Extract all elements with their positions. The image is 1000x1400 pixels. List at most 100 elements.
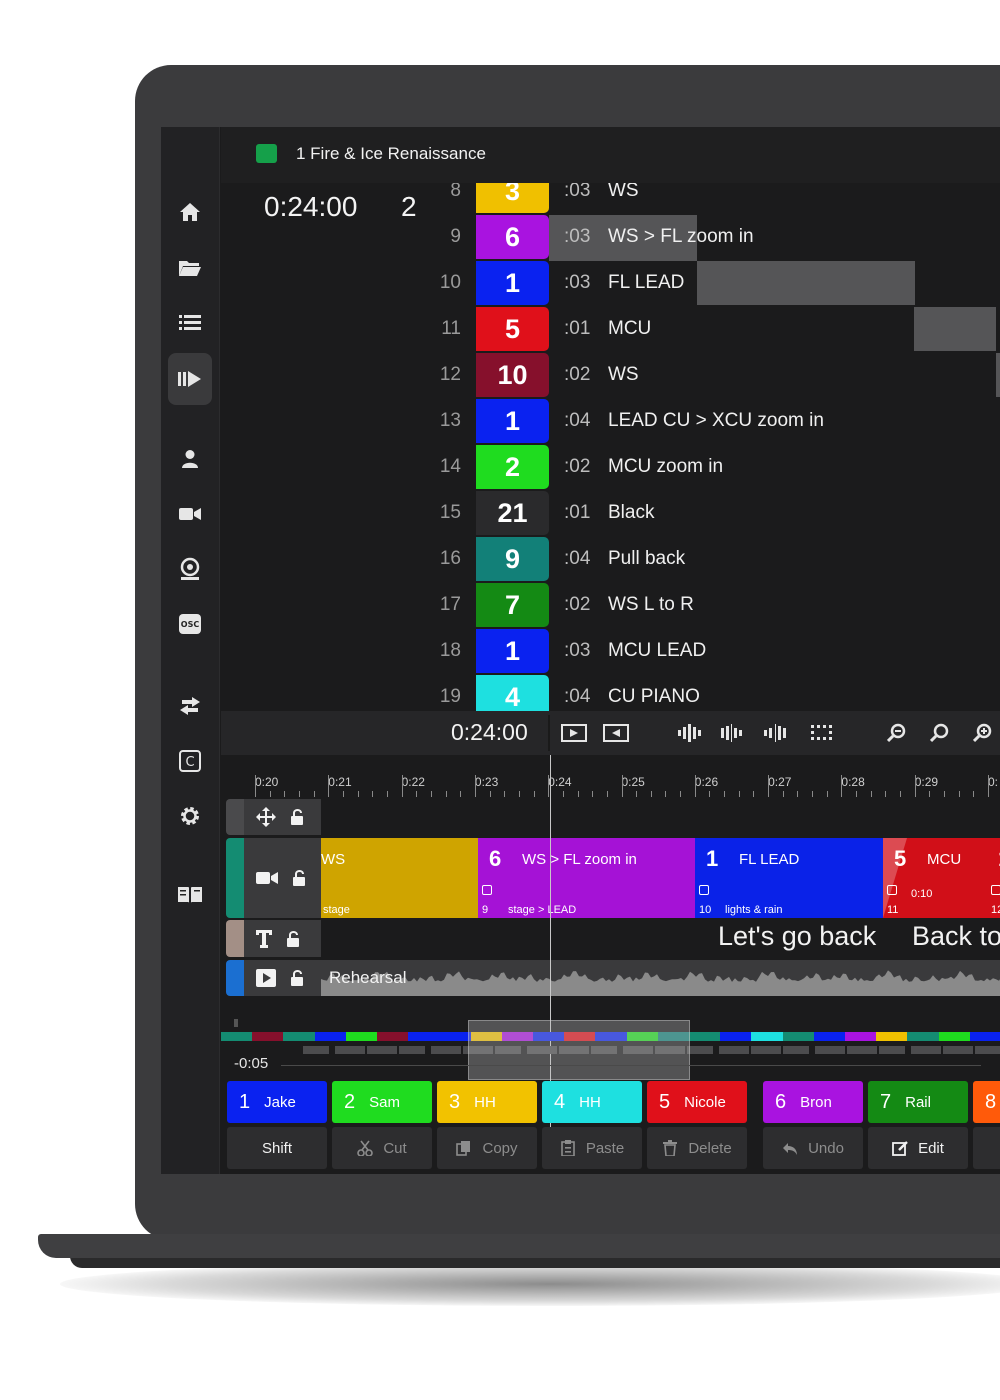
undo-button[interactable]: Undo [763,1127,863,1169]
ruler-tick [328,775,330,797]
camera-clip[interactable]: 6 WS > FL zoom in 9 stage > LEAD [478,838,695,918]
shot-row[interactable]: 19 4:04 CU PIANO [391,675,1000,711]
ruler-label: 0:25 [621,775,645,789]
preset-button[interactable]: 7 Rail [868,1081,968,1123]
camera-chip[interactable]: 6 [476,215,549,259]
camera-chip[interactable]: 5 [476,307,549,351]
move-track-body[interactable] [321,799,1000,835]
shot-description: LEAD CU > XCU zoom in [608,410,824,431]
unlock-icon[interactable] [290,969,306,987]
preset-button[interactable]: 6 Bron [763,1081,863,1123]
video-play-icon[interactable] [256,969,276,987]
shot-row[interactable]: 15 21:01 Black [391,491,1000,535]
waveform-b-button[interactable] [720,720,746,746]
text-icon[interactable] [256,929,272,948]
paste-icon [561,1140,575,1156]
unlock-icon[interactable] [292,869,308,887]
preset-button[interactable]: 1 Jake [227,1081,327,1123]
overview-gray-segment [367,1046,397,1054]
preset-button[interactable]: 2 Sam [332,1081,432,1123]
sidebar-camera[interactable] [169,493,211,535]
camera-clip[interactable]: WS stage [321,838,478,918]
shot-row[interactable]: 11 5:01 MCU [391,307,1000,351]
clip-subtitle: stage > LEAD [508,904,577,916]
copy-button[interactable]: Copy [437,1127,537,1169]
camera-clip[interactable]: 1 FL LEAD 10 lights & rain [695,838,883,918]
overview-viewport[interactable] [468,1020,690,1080]
shot-row[interactable]: 8 3:03 WS [391,183,1000,213]
shot-row[interactable]: 18 1:03 MCU LEAD [391,629,1000,673]
preset-button[interactable]: 5 Nicole [647,1081,747,1123]
clip-index: 10 [699,904,712,916]
shot-row[interactable]: 14 2:02 MCU zoom in [391,445,1000,489]
text-caption-1[interactable]: Let's go back [718,921,876,952]
sidebar-swap[interactable] [169,685,211,727]
camera-chip[interactable]: 1 [476,629,549,673]
ruler-tick [694,775,696,797]
sidebar-home[interactable] [169,191,211,233]
play-shots-icon [178,371,201,387]
media-track-body[interactable]: Rehearsal [321,960,1000,996]
timeline-ruler[interactable]: 0:20 0:21 0:22 0:23 0:24 0:25 0:26 0:27 0:28 0:29… [221,755,1000,797]
ruler-tick [929,791,931,797]
overview-gray-segment [719,1046,749,1054]
preset-number: 5 [659,1090,671,1113]
overview-gray-segment [847,1046,877,1054]
camera-chip[interactable]: 3 [476,183,549,213]
shot-row[interactable]: 13 1:04 LEAD CU > XCU zoom in [391,399,1000,443]
preset-button[interactable]: 4 HH [542,1081,642,1123]
waveform-a-button[interactable] [677,720,703,746]
split-button[interactable] [973,1127,1000,1169]
overview-strip[interactable]: -0:05 [221,1019,1000,1085]
camera-clip[interactable]: 5 MCU 11 0:10 [883,838,987,918]
sidebar-osc[interactable]: OSC [169,603,211,645]
overview-segment [408,1032,440,1041]
sidebar-cue[interactable]: C [169,740,211,782]
shot-row[interactable]: 16 9:04 Pull back [391,537,1000,581]
camera-chip[interactable]: 9 [476,537,549,581]
camera-chip[interactable]: 21 [476,491,549,535]
paste-button[interactable]: Paste [542,1127,642,1169]
camera-icon[interactable] [256,871,278,885]
ruler-label: 0:23 [474,775,499,789]
sidebar-settings[interactable] [169,795,211,837]
edit-button[interactable]: Edit [868,1127,968,1169]
sidebar-list[interactable] [169,302,211,344]
camera-track-header [244,838,321,918]
sidebar-webcam[interactable] [169,548,211,590]
sidebar-folder[interactable] [169,247,211,289]
text-caption-2[interactable]: Back to [912,921,1000,952]
camera-chip[interactable]: 2 [476,445,549,489]
camera-chip[interactable]: 4 [476,675,549,711]
move-icon[interactable] [256,807,276,827]
zoom-out-button[interactable] [887,720,907,746]
waveform-c-button[interactable] [763,720,789,746]
shot-row[interactable]: 10 1:03 FL LEAD [391,261,1000,305]
preset-button[interactable]: 3 HH [437,1081,537,1123]
unlock-icon[interactable] [290,808,306,826]
shot-row[interactable]: 17 7:02 WS L to R [391,583,1000,627]
shift-button[interactable]: Shift [227,1127,327,1169]
sidebar-play-shots[interactable] [168,353,212,405]
sidebar-book[interactable] [169,874,211,916]
cut-button[interactable]: Cut [332,1127,432,1169]
media-clip-label: Rehearsal [329,968,407,987]
camera-chip[interactable]: 10 [476,353,549,397]
play-in-button[interactable] [561,720,587,746]
camera-chip[interactable]: 1 [476,261,549,305]
camera-chip[interactable]: 1 [476,399,549,443]
text-track-body[interactable]: Let's go back Back to [321,920,1000,957]
play-out-button[interactable] [603,720,629,746]
preset-number: 7 [880,1090,892,1113]
unlock-icon[interactable] [286,930,302,948]
preset-button[interactable]: 8 [973,1081,1000,1123]
camera-chip[interactable]: 7 [476,583,549,627]
delete-button[interactable]: Delete [647,1127,747,1169]
zoom-fit-button[interactable] [930,720,950,746]
dots-grid-button[interactable] [811,720,833,746]
camera-clip[interactable]: 112 [987,838,1000,918]
shot-row[interactable]: 9 6:03 WS > FL zoom in [391,215,1000,259]
sidebar-person[interactable] [169,438,211,480]
zoom-in-button[interactable] [973,720,993,746]
shot-row[interactable]: 12 10:02 WS [391,353,1000,397]
